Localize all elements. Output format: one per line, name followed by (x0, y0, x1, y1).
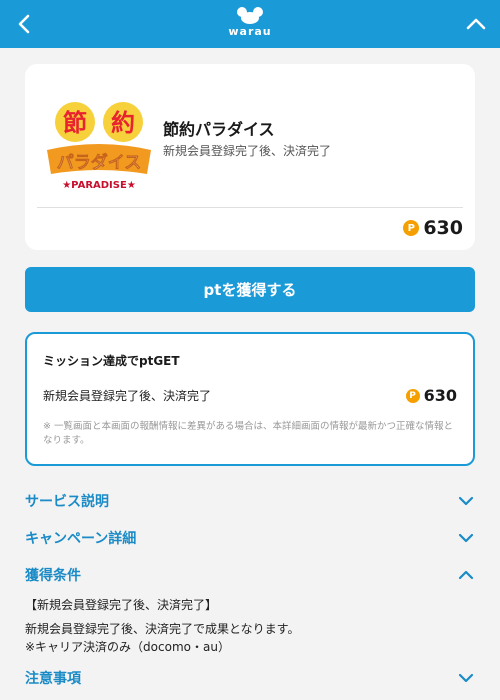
offer-card: 節 約 パラダイス ★PARADISE★ 節約パラダイス 新規会員登録完了後、決… (25, 64, 475, 250)
offer-title: 節約パラダイス (163, 120, 275, 139)
chevron-up-icon (457, 566, 475, 584)
point-coin-icon: P (403, 220, 420, 236)
accordion-conditions[interactable]: 獲得条件 (25, 562, 475, 588)
chevron-down-icon (457, 492, 475, 510)
offer-thumbnail[interactable]: 節 約 パラダイス ★PARADISE★ (39, 86, 159, 206)
offer-subtitle: 新規会員登録完了後、決済完了 (163, 144, 332, 158)
card-divider (37, 207, 463, 208)
offer-points: P 630 (403, 217, 463, 239)
thumb-char-2: 約 (111, 109, 135, 137)
back-button[interactable] (0, 0, 48, 48)
accordion-notes[interactable]: 注意事項 (25, 665, 475, 691)
conditions-content: 【新規会員登録完了後、決済完了】 新規会員登録完了後、決済完了で成果となります。… (25, 596, 475, 656)
logo-text: warau (228, 25, 272, 38)
mission-row: 新規会員登録完了後、決済完了 P 630 (43, 386, 457, 405)
collapse-button[interactable] (452, 0, 500, 48)
offer-points-value: 630 (423, 217, 463, 239)
logo-mark-icon (237, 7, 263, 24)
thumb-main-text: パラダイス (57, 152, 142, 173)
accordion-campaign-label: キャンペーン詳細 (25, 531, 137, 547)
accordion-notes-label: 注意事項 (25, 671, 81, 687)
app-header: warau (0, 0, 500, 48)
accordion-service-label: サービス説明 (25, 494, 109, 510)
mission-box: ミッション達成でptGET 新規会員登録完了後、決済完了 P 630 ※ 一覧画… (25, 332, 475, 466)
get-points-button[interactable]: ptを獲得する (25, 267, 475, 312)
thumb-char-1: 節 (63, 109, 87, 137)
conditions-text: 新規会員登録完了後、決済完了で成果となります。 (25, 622, 300, 636)
conditions-heading: 【新規会員登録完了後、決済完了】 (25, 598, 218, 612)
accordion-campaign[interactable]: キャンペーン詳細 (25, 525, 475, 551)
conditions-note: ※キャリア決済のみ（docomo・au） (25, 640, 230, 654)
mission-points: P 630 (405, 386, 457, 405)
thumb-sub-text: ★PARADISE★ (62, 180, 136, 191)
accordion-service[interactable]: サービス説明 (25, 488, 475, 514)
mission-points-value: 630 (423, 386, 457, 405)
chevron-left-icon (18, 14, 30, 34)
accordion-conditions-label: 獲得条件 (25, 568, 81, 584)
chevron-down-icon (457, 529, 475, 547)
warau-logo[interactable]: warau (220, 6, 280, 42)
mission-title: ミッション達成でptGET (43, 354, 180, 368)
chevron-down-icon (457, 669, 475, 687)
mission-condition: 新規会員登録完了後、決済完了 (43, 389, 212, 403)
chevron-up-icon (466, 18, 486, 30)
mission-note: ※ 一覧画面と本画面の報酬情報に差異がある場合は、本詳細画面の情報が最新かつ正確… (43, 421, 453, 446)
point-coin-icon: P (405, 388, 420, 403)
